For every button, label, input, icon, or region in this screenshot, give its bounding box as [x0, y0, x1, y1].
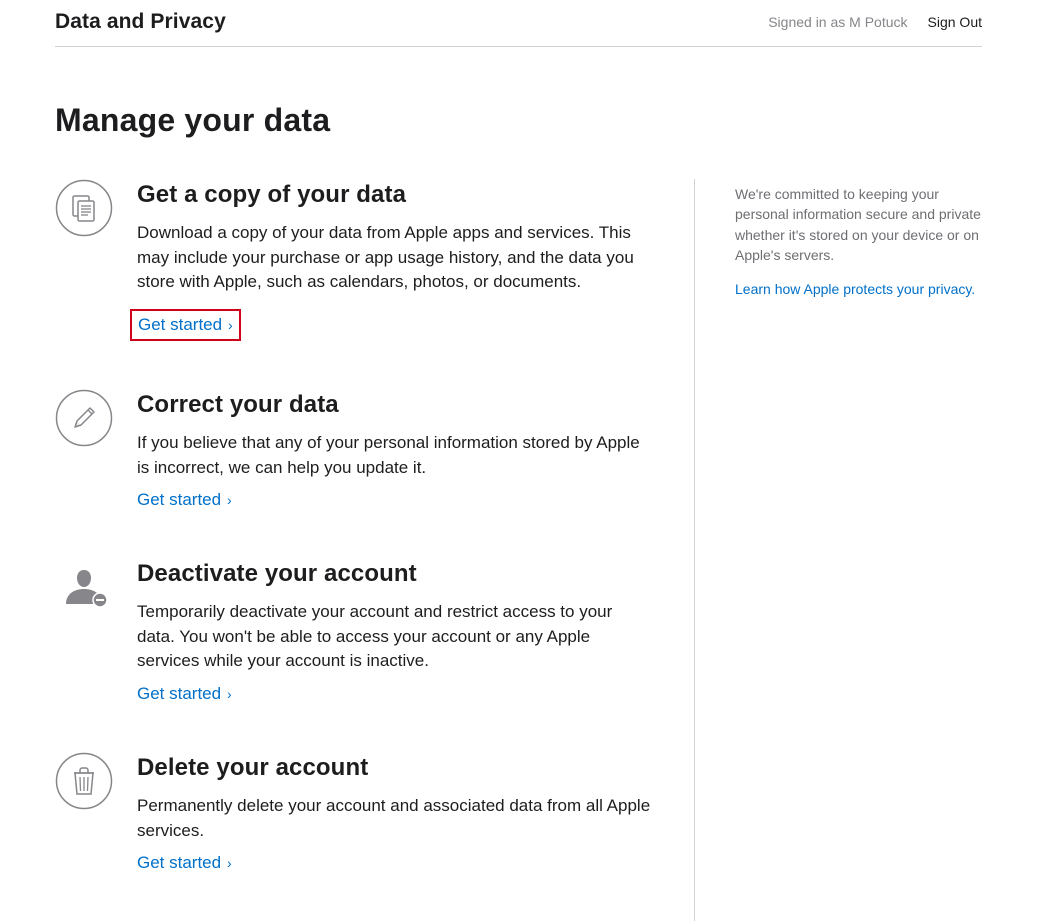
- link-label: Get started: [137, 490, 221, 509]
- section-deactivate: Deactivate your account Temporarily deac…: [55, 558, 654, 704]
- link-label: Get started: [138, 315, 222, 334]
- columns: Get a copy of your data Download a copy …: [55, 179, 982, 921]
- section-title: Delete your account: [137, 754, 654, 782]
- left-column: Get a copy of your data Download a copy …: [55, 179, 695, 921]
- document-copy-icon: [55, 179, 113, 237]
- header-title: Data and Privacy: [55, 10, 226, 34]
- privacy-link[interactable]: Learn how Apple protects your privacy.: [735, 281, 975, 297]
- link-label: Get started: [137, 853, 221, 872]
- get-started-link-correct[interactable]: Get started ›: [137, 490, 232, 510]
- chevron-right-icon: ›: [223, 492, 232, 508]
- section-desc: Permanently delete your account and asso…: [137, 794, 654, 843]
- header-right: Signed in as M Potuck Sign Out: [768, 14, 982, 30]
- section-desc: Download a copy of your data from Apple …: [137, 221, 654, 295]
- section-content: Get a copy of your data Download a copy …: [137, 179, 654, 341]
- signed-in-text: Signed in as M Potuck: [768, 14, 907, 30]
- section-get-copy: Get a copy of your data Download a copy …: [55, 179, 654, 341]
- chevron-right-icon: ›: [223, 686, 232, 702]
- person-deactivate-icon: [55, 558, 113, 616]
- section-title: Get a copy of your data: [137, 181, 654, 209]
- section-content: Correct your data If you believe that an…: [137, 389, 654, 510]
- section-title: Correct your data: [137, 391, 654, 419]
- get-started-link-delete[interactable]: Get started ›: [137, 853, 232, 873]
- section-content: Delete your account Permanently delete y…: [137, 752, 654, 873]
- highlight-annotation: Get started ›: [130, 309, 241, 341]
- section-correct: Correct your data If you believe that an…: [55, 389, 654, 510]
- main-container: Manage your data Get a cop: [20, 102, 1017, 921]
- sidebar-text: We're committed to keeping your personal…: [735, 184, 982, 265]
- trash-icon: [55, 752, 113, 810]
- chevron-right-icon: ›: [223, 855, 232, 871]
- get-started-link-copy[interactable]: Get started ›: [138, 315, 233, 335]
- sign-out-link[interactable]: Sign Out: [928, 14, 982, 30]
- section-delete: Delete your account Permanently delete y…: [55, 752, 654, 873]
- get-started-link-deactivate[interactable]: Get started ›: [137, 684, 232, 704]
- link-label: Get started: [137, 684, 221, 703]
- pencil-icon: [55, 389, 113, 447]
- section-desc: Temporarily deactivate your account and …: [137, 600, 654, 674]
- section-content: Deactivate your account Temporarily deac…: [137, 558, 654, 704]
- page-heading: Manage your data: [55, 102, 982, 139]
- section-desc: If you believe that any of your personal…: [137, 431, 654, 480]
- section-title: Deactivate your account: [137, 560, 654, 588]
- chevron-right-icon: ›: [224, 317, 233, 333]
- right-column: We're committed to keeping your personal…: [695, 179, 982, 921]
- header: Data and Privacy Signed in as M Potuck S…: [55, 0, 982, 47]
